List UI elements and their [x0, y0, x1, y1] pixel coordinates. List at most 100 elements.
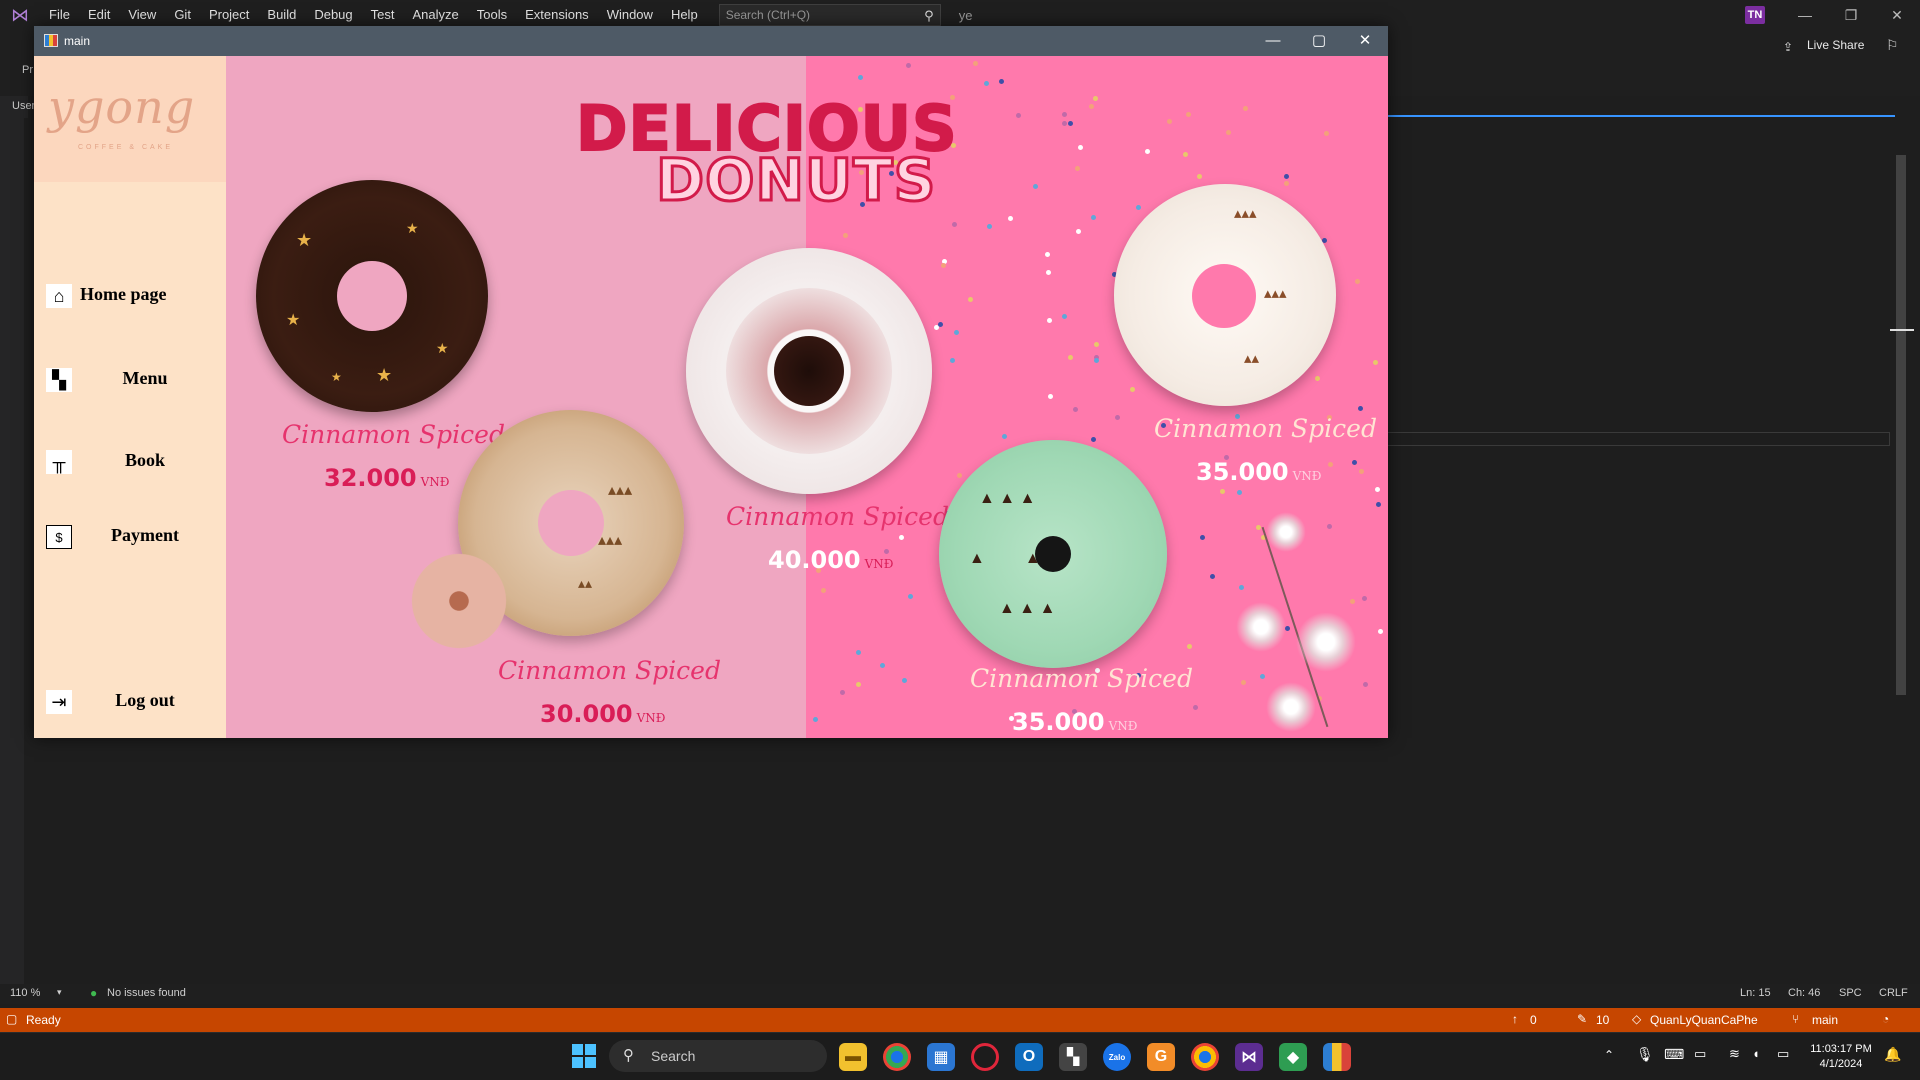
vs-close-button[interactable]: ✕ — [1874, 0, 1920, 30]
repo-name[interactable]: QuanLyQuanCaPhe — [1650, 1013, 1758, 1027]
push-count[interactable]: 0 — [1530, 1013, 1537, 1027]
app-close-button[interactable]: ✕ — [1342, 30, 1388, 52]
product-2-name: Cinnamon Spiced — [498, 656, 721, 685]
sprinkle-dot — [1090, 436, 1096, 442]
notifications-icon[interactable]: ◔ — [1882, 1012, 1889, 1026]
current-line-highlight — [1385, 432, 1890, 446]
editor-scroll-thumb[interactable] — [1896, 155, 1906, 695]
push-arrow-icon[interactable]: ↑ — [1512, 1012, 1518, 1026]
pencil-icon[interactable]: ✎ — [1577, 1012, 1587, 1026]
calendar-icon[interactable]: ▦ — [927, 1043, 955, 1071]
logo-script-text: ygong — [48, 80, 196, 134]
sprinkle-dot — [972, 61, 978, 67]
brand-logo: ygong COFFEE & CAKE — [34, 56, 226, 182]
sprinkle-dot — [901, 677, 907, 683]
product-1-price: 32.000 VNĐ — [324, 464, 449, 492]
app-maximize-button[interactable]: ▢ — [1296, 30, 1342, 52]
app-sidebar: ygong COFFEE & CAKE ⌂ Home page ▚ Menu ╥… — [34, 56, 226, 738]
product-2-price: 30.000 VNĐ — [540, 700, 665, 728]
nav-payment[interactable]: $ Payment — [40, 517, 220, 557]
line-number[interactable]: Ln: 15 — [1740, 987, 1771, 999]
notification-bell-icon[interactable]: 🔔 — [1884, 1046, 1901, 1063]
promo-banner: DELICIOUS DONUTS ★ ★ ★ ★ ★ ★ Cinnamon Sp… — [226, 56, 1388, 738]
product-3-name: Cinnamon Spiced — [726, 502, 949, 531]
live-share-icon[interactable]: ⇪ — [1783, 40, 1793, 54]
product-1-amount: 32.000 — [324, 464, 417, 492]
vs-minimize-button[interactable]: — — [1782, 0, 1828, 30]
app-grid-icon[interactable]: ▚ — [1059, 1043, 1087, 1071]
volume-icon[interactable]: ◖ — [1752, 1046, 1760, 1061]
git-tool-icon[interactable]: ◆ — [1279, 1043, 1307, 1071]
app-minimize-button[interactable]: — — [1250, 30, 1296, 52]
product-1-currency: VNĐ — [420, 475, 450, 489]
donut-red-velvet-image — [686, 248, 932, 494]
active-tab-indicator — [1385, 115, 1895, 117]
vs-search-box[interactable]: Search (Ctrl+Q) ⚲ — [718, 4, 941, 26]
line-ending[interactable]: CRLF — [1879, 987, 1908, 999]
sprinkle-dot — [1061, 111, 1067, 117]
table-icon: ╥ — [46, 450, 72, 474]
sprinkle-dot — [1032, 184, 1038, 190]
zoom-dropdown-icon[interactable]: ▾ — [57, 987, 62, 998]
sprinkle-dot — [1351, 460, 1357, 466]
zoom-level[interactable]: 110 % — [10, 987, 40, 999]
file-explorer-icon[interactable]: ▬ — [839, 1043, 867, 1071]
microphone-icon[interactable]: 🎙 — [1636, 1046, 1654, 1063]
product-4-name: Cinnamon Spiced — [970, 664, 1193, 693]
branch-name[interactable]: main — [1812, 1013, 1838, 1027]
whitespace-mode[interactable]: SPC — [1839, 987, 1862, 999]
chrome-profile-icon[interactable] — [1191, 1043, 1219, 1071]
product-3-currency: VNĐ — [864, 557, 894, 571]
wifi-icon[interactable]: ≋ — [1729, 1046, 1740, 1062]
tray-expand-icon[interactable]: ⌃ — [1604, 1048, 1614, 1062]
vs-restore-button[interactable]: ❐ — [1828, 0, 1874, 30]
sprinkle-dot — [1219, 489, 1225, 495]
feedback-icon[interactable]: ⚐ — [1886, 37, 1899, 54]
sprinkle-dot — [813, 716, 819, 722]
chrome-icon[interactable] — [883, 1043, 911, 1071]
sprinkle-dot — [1199, 534, 1205, 540]
windows-start-icon[interactable] — [572, 1044, 596, 1068]
sprinkle-dot — [1372, 359, 1378, 365]
gutter-label-user: User — [12, 100, 36, 112]
running-app-icon[interactable] — [1323, 1043, 1351, 1071]
app-titlebar[interactable]: main — ▢ ✕ — [34, 26, 1388, 56]
visual-studio-icon[interactable]: ⋈ — [1235, 1043, 1263, 1071]
user-avatar[interactable]: TN — [1745, 6, 1765, 24]
taskbar-search[interactable]: ⚲ Search — [609, 1040, 827, 1072]
nav-log-out[interactable]: ⇥ Log out — [40, 682, 220, 722]
branch-icon[interactable]: ⑂ — [1792, 1012, 1799, 1026]
outlook-icon[interactable]: O — [1015, 1043, 1043, 1071]
product-3-price: 40.000 VNĐ — [768, 546, 893, 574]
sprinkle-dot — [950, 357, 956, 363]
nav-menu[interactable]: ▚ Menu — [40, 360, 220, 400]
product-2-currency: VNĐ — [636, 711, 666, 725]
sprinkle-dot — [1047, 317, 1053, 323]
column-number[interactable]: Ch: 46 — [1788, 987, 1820, 999]
keyboard-icon[interactable]: ⌨ — [1664, 1046, 1684, 1063]
repo-icon[interactable]: ◇ — [1632, 1012, 1641, 1026]
product-4-amount: 35.000 — [1012, 708, 1105, 736]
battery-icon[interactable]: ▭ — [1777, 1046, 1789, 1062]
display-icon[interactable]: ▭ — [1694, 1046, 1706, 1062]
sprinkle-dot — [857, 75, 863, 81]
zalo-icon[interactable]: Zalo — [1103, 1043, 1131, 1071]
sprinkle-dot — [1114, 414, 1120, 420]
taskbar-clock[interactable]: 11:03:17 PM 4/1/2024 — [1803, 1042, 1879, 1072]
sprinkle-dot — [956, 473, 962, 479]
nav-logout-label: Log out — [115, 690, 175, 710]
sprinkle-dot — [1074, 165, 1080, 171]
clock-date: 4/1/2024 — [1819, 1058, 1863, 1070]
product-5-amount: 35.000 — [1196, 458, 1289, 486]
search-icon: ⚲ — [924, 8, 934, 23]
windows-taskbar — [0, 1032, 1920, 1080]
nav-home-page[interactable]: ⌂ Home page — [40, 276, 220, 316]
changes-count[interactable]: 10 — [1596, 1013, 1609, 1027]
sprinkle-dot — [839, 690, 845, 696]
nav-book[interactable]: ╥ Book — [40, 442, 220, 482]
issues-status[interactable]: No issues found — [107, 987, 186, 999]
opera-icon[interactable] — [971, 1043, 999, 1071]
sublime-icon[interactable]: G — [1147, 1043, 1175, 1071]
logo-subtitle: COFFEE & CAKE — [78, 144, 174, 151]
live-share-button[interactable]: Live Share — [1807, 38, 1864, 52]
